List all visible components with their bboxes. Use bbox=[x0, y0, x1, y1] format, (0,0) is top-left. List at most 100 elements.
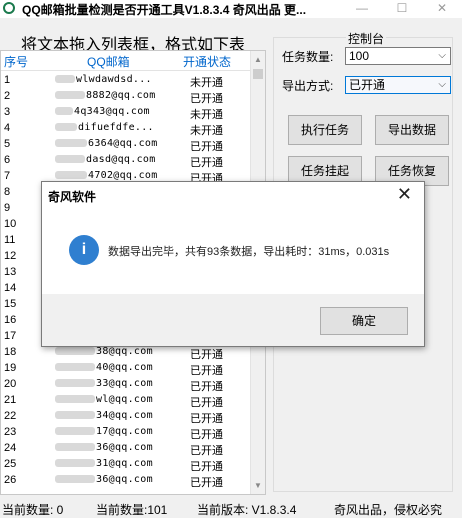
row-email-text: 4702@qq.com bbox=[88, 170, 158, 181]
list-row[interactable]: 21 wl@qq.com 已开通 bbox=[1, 393, 252, 409]
redacted-mask bbox=[55, 347, 95, 355]
row-index: 3 bbox=[4, 106, 11, 118]
status-bar: 当前数量: 0 当前数量:101 当前版本: V1.8.3.4 奇风出品，侵权必… bbox=[0, 498, 462, 517]
row-status: 未开通 bbox=[190, 77, 223, 89]
window-controls: — ☐ ✕ bbox=[342, 0, 462, 18]
row-email-text: 4q343@qq.com bbox=[74, 106, 150, 117]
redacted-mask bbox=[55, 139, 87, 147]
ok-button[interactable]: 确定 bbox=[320, 307, 408, 335]
list-row[interactable]: 22 34@qq.com 已开通 bbox=[1, 409, 252, 425]
row-status: 已开通 bbox=[190, 429, 223, 441]
list-row[interactable]: 5 6364@qq.com 已开通 bbox=[1, 137, 252, 153]
export-mode-value: 已开通 bbox=[349, 78, 386, 92]
row-index: 4 bbox=[4, 122, 11, 134]
row-index: 21 bbox=[4, 394, 17, 406]
row-index: 10 bbox=[4, 218, 17, 230]
status-current-data: 当前数量:101 bbox=[96, 503, 168, 517]
list-row[interactable]: 20 33@qq.com 已开通 bbox=[1, 377, 252, 393]
list-row[interactable]: 1 wlwdawdsd... 未开通 bbox=[1, 73, 252, 89]
export-mode-label: 导出方式: bbox=[282, 79, 334, 93]
list-row[interactable]: 24 36@qq.com 已开通 bbox=[1, 441, 252, 457]
message-dialog: 奇风软件 ✕ i 数据导出完毕，共有93条数据，导出耗时：31ms，0.031s… bbox=[41, 181, 425, 347]
list-row[interactable]: 4 difuefdfe... 未开通 bbox=[1, 121, 252, 137]
list-row[interactable]: 3 4q343@qq.com 未开通 bbox=[1, 105, 252, 121]
status-current-count: 当前数量: 0 bbox=[2, 503, 64, 517]
redacted-mask bbox=[55, 379, 95, 387]
row-email-text: 36@qq.com bbox=[96, 442, 153, 453]
column-header-status[interactable]: 开通状态 bbox=[183, 53, 231, 70]
status-copyright: 奇风出品，侵权必究 bbox=[334, 503, 443, 517]
row-index: 7 bbox=[4, 170, 11, 182]
title-bar: QQ邮箱批量检测是否开通工具V1.8.3.4 奇风出品 更... — ☐ ✕ bbox=[0, 0, 462, 18]
list-header: 序号 QQ邮箱 开通状态 bbox=[1, 51, 252, 71]
row-email-text: difuefdfe... bbox=[78, 122, 154, 133]
export-data-button[interactable]: 导出数据 bbox=[375, 115, 449, 145]
row-status: 已开通 bbox=[190, 93, 223, 105]
row-status: 已开通 bbox=[190, 381, 223, 393]
list-row[interactable]: 19 40@qq.com 已开通 bbox=[1, 361, 252, 377]
redacted-mask bbox=[55, 363, 95, 371]
list-row[interactable]: 18 38@qq.com 已开通 bbox=[1, 345, 252, 361]
row-email: 38@qq.com bbox=[55, 346, 165, 357]
close-icon[interactable]: ✕ bbox=[422, 0, 462, 18]
row-index: 13 bbox=[4, 266, 17, 278]
app-logo-icon bbox=[3, 2, 15, 14]
chevron-down-icon: ⌵ bbox=[438, 50, 446, 61]
list-row[interactable]: 2 8882@qq.com 已开通 bbox=[1, 89, 252, 105]
info-icon: i bbox=[69, 235, 99, 265]
row-email-text: 36@qq.com bbox=[96, 474, 153, 485]
scroll-down-icon[interactable]: ▼ bbox=[254, 481, 262, 490]
row-email: 6364@qq.com bbox=[55, 138, 165, 149]
row-status: 未开通 bbox=[190, 109, 223, 121]
row-index: 15 bbox=[4, 298, 17, 310]
row-email: wl@qq.com bbox=[55, 394, 165, 405]
row-index: 16 bbox=[4, 314, 17, 326]
redacted-mask bbox=[55, 107, 73, 115]
row-email-text: 17@qq.com bbox=[96, 426, 153, 437]
redacted-mask bbox=[55, 475, 95, 483]
row-index: 25 bbox=[4, 458, 17, 470]
redacted-mask bbox=[55, 443, 95, 451]
row-status: 已开通 bbox=[190, 365, 223, 377]
list-row[interactable]: 6 dasd@qq.com 已开通 bbox=[1, 153, 252, 169]
column-header-index[interactable]: 序号 bbox=[4, 53, 28, 70]
row-email-text: dasd@qq.com bbox=[86, 154, 156, 165]
dialog-title: 奇风软件 bbox=[48, 190, 97, 204]
redacted-mask bbox=[55, 91, 85, 99]
row-email: 4702@qq.com bbox=[55, 170, 165, 181]
row-index: 1 bbox=[4, 74, 11, 86]
minimize-icon[interactable]: — bbox=[342, 0, 382, 18]
row-status: 已开通 bbox=[190, 157, 223, 169]
control-panel-title: 控制台 bbox=[346, 30, 387, 47]
row-index: 9 bbox=[4, 202, 11, 214]
export-mode-select[interactable]: 已开通 ⌵ bbox=[345, 76, 451, 94]
row-email: 40@qq.com bbox=[55, 362, 165, 373]
redacted-mask bbox=[55, 123, 77, 131]
row-email: 31@qq.com bbox=[55, 458, 165, 469]
row-status: 已开通 bbox=[190, 349, 223, 361]
row-email-text: 34@qq.com bbox=[96, 410, 153, 421]
redacted-mask bbox=[55, 75, 75, 83]
row-email: 34@qq.com bbox=[55, 410, 165, 421]
row-status: 未开通 bbox=[190, 125, 223, 137]
row-email-text: 31@qq.com bbox=[96, 458, 153, 469]
dialog-message: 数据导出完毕，共有93条数据，导出耗时：31ms，0.031s bbox=[108, 246, 390, 258]
scrollbar-thumb[interactable] bbox=[253, 69, 263, 79]
row-email: 17@qq.com bbox=[55, 426, 165, 437]
list-row[interactable]: 25 31@qq.com 已开通 bbox=[1, 457, 252, 473]
task-count-select[interactable]: 100 ⌵ bbox=[345, 47, 451, 65]
scroll-up-icon[interactable]: ▲ bbox=[254, 55, 262, 64]
column-header-email[interactable]: QQ邮箱 bbox=[87, 53, 130, 70]
run-task-button[interactable]: 执行任务 bbox=[288, 115, 362, 145]
row-email-text: 6364@qq.com bbox=[88, 138, 158, 149]
row-index: 20 bbox=[4, 378, 17, 390]
list-row[interactable]: 26 36@qq.com 已开通 bbox=[1, 473, 252, 489]
redacted-mask bbox=[55, 411, 95, 419]
dialog-close-icon[interactable]: ✕ bbox=[397, 184, 412, 205]
maximize-icon[interactable]: ☐ bbox=[382, 0, 422, 18]
row-index: 24 bbox=[4, 442, 17, 454]
task-count-label: 任务数量: bbox=[282, 50, 334, 64]
row-index: 11 bbox=[4, 234, 16, 246]
row-index: 22 bbox=[4, 410, 17, 422]
list-row[interactable]: 23 17@qq.com 已开通 bbox=[1, 425, 252, 441]
